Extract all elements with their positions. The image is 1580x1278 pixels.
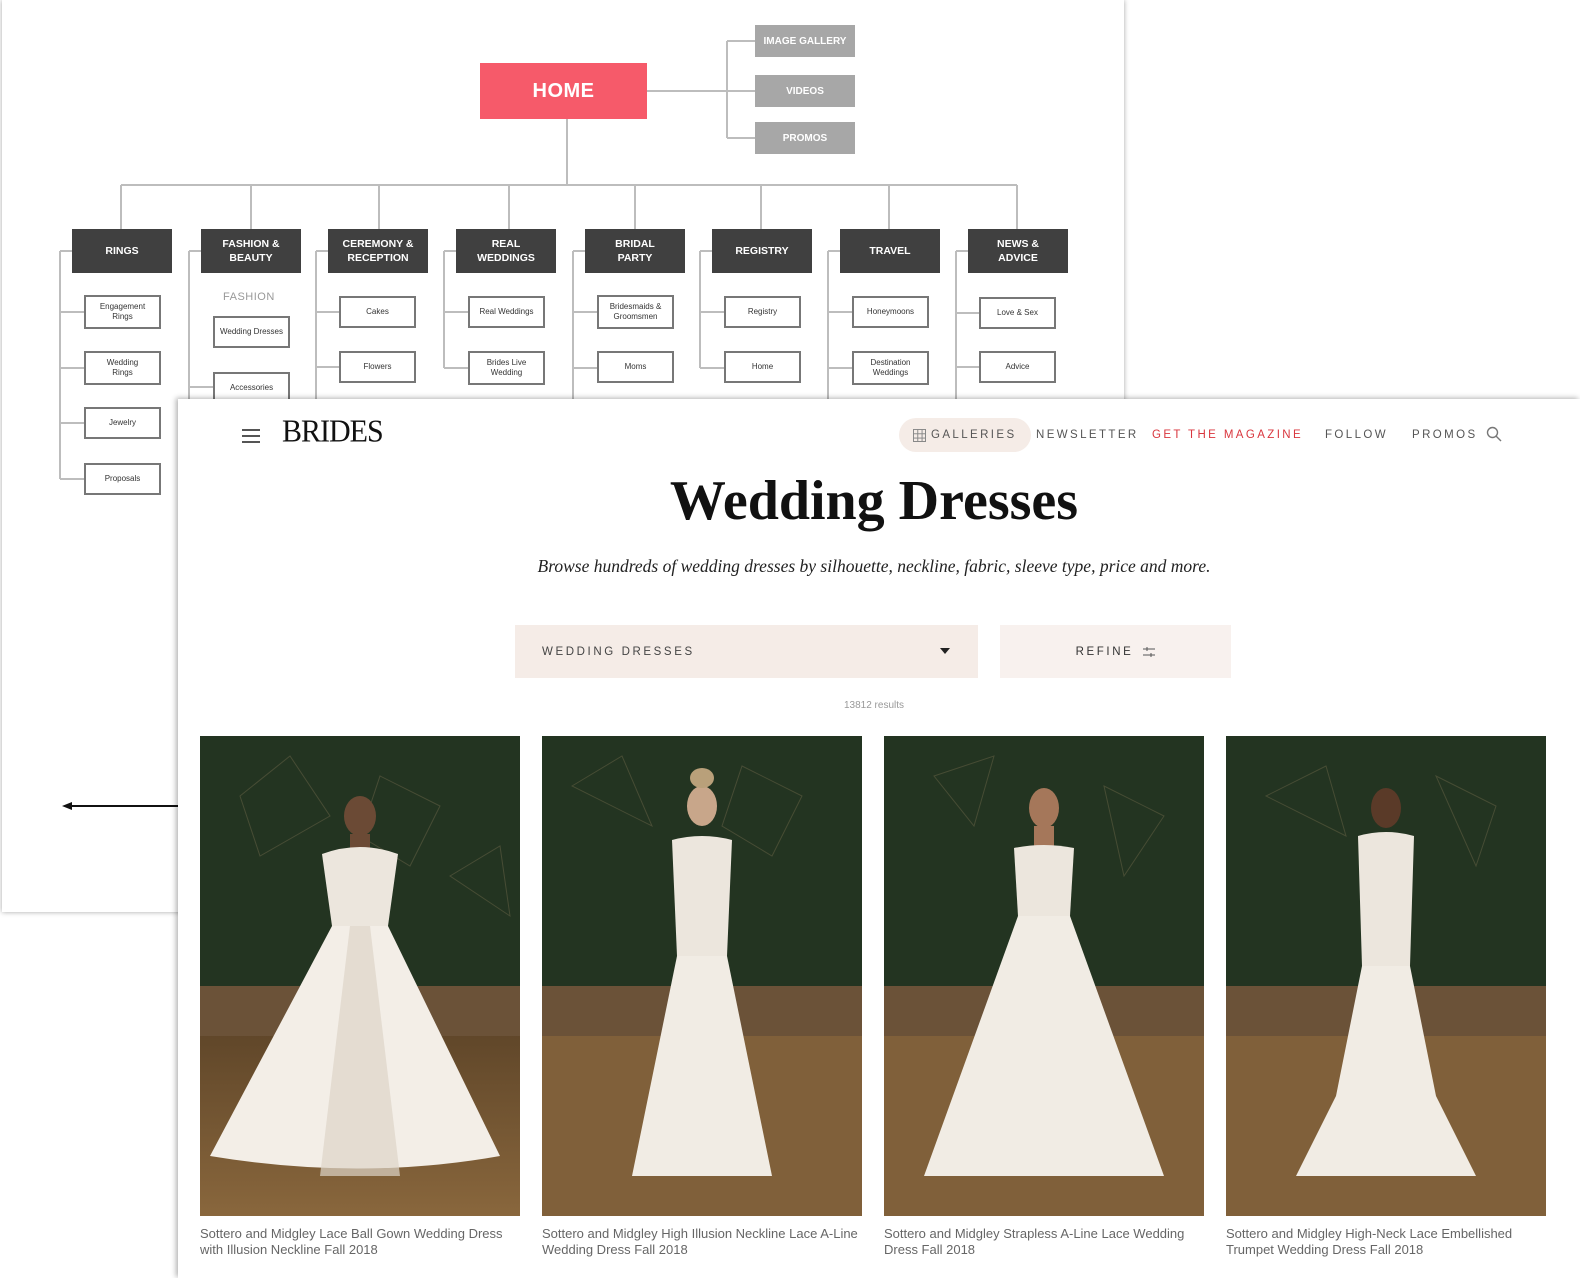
sitemap-leaf-home: Home (724, 351, 801, 383)
search-icon[interactable] (1486, 426, 1502, 442)
product-card[interactable]: Sottero and Midgley Strapless A-Line Lac… (884, 736, 1204, 1258)
sitemap-leaf-jewelry: Jewelry (84, 407, 161, 439)
sitemap-fashion-group-label: FASHION (223, 291, 275, 303)
category-select-value: WEDDING DRESSES (542, 645, 695, 658)
sitemap-leaf-wedding-dresses: Wedding Dresses (213, 316, 290, 348)
sitemap-travel-node: TRAVEL (840, 229, 940, 273)
sitemap-ceremony-node: CEREMONY & RECEPTION (328, 229, 428, 273)
product-caption[interactable]: Sottero and Midgley High Illusion Neckli… (542, 1226, 862, 1258)
nav-galleries[interactable]: GALLERIES (899, 418, 1031, 452)
sitemap-promos-node: PROMOS (755, 122, 855, 154)
product-image[interactable] (200, 736, 520, 1216)
grid-icon (913, 428, 926, 442)
category-select[interactable]: WEDDING DRESSES (515, 625, 978, 678)
sitemap-leaf-registry: Registry (724, 296, 801, 328)
sitemap-rings-node: RINGS (72, 229, 172, 273)
nav-follow[interactable]: FOLLOW (1325, 418, 1388, 452)
product-caption[interactable]: Sottero and Midgley Lace Ball Gown Weddi… (200, 1226, 520, 1258)
site-logo[interactable]: BRIDES (282, 414, 384, 450)
sitemap-leaf-destination-weddings: Destination Weddings (852, 351, 929, 385)
refine-button[interactable]: REFINE (1000, 625, 1231, 678)
refine-label: REFINE (1075, 645, 1134, 658)
screenshot-stage: HOME IMAGE GALLERY VIDEOS PROMOS RINGS F… (0, 0, 1580, 1278)
sitemap-image-gallery-node: IMAGE GALLERY (755, 25, 855, 57)
arrow-left-icon (62, 802, 182, 810)
product-image[interactable] (884, 736, 1204, 1216)
sitemap-leaf-real-weddings: Real Weddings (468, 296, 545, 328)
sitemap-leaf-advice: Advice (979, 351, 1056, 383)
menu-icon[interactable] (242, 429, 260, 443)
sitemap-leaf-moms: Moms (597, 351, 674, 383)
product-caption[interactable]: Sottero and Midgley High-Neck Lace Embel… (1226, 1226, 1546, 1258)
sitemap-real-weddings-node: REAL WEDDINGS (456, 229, 556, 273)
brides-page: BRIDES GALLERIES NEWSLETTER GET THE MAGA… (178, 399, 1580, 1278)
sitemap-news-node: NEWS & ADVICE (968, 229, 1068, 273)
product-card[interactable]: Sottero and Midgley High Illusion Neckli… (542, 736, 862, 1258)
sitemap-leaf-bridesmaids: Bridesmaids & Groomsmen (597, 295, 674, 329)
sitemap-videos-node: VIDEOS (755, 75, 855, 107)
sitemap-registry-node: REGISTRY (712, 229, 812, 273)
caret-down-icon (940, 648, 950, 654)
nav-promos[interactable]: PROMOS (1412, 418, 1478, 452)
sitemap-leaf-wedding-rings: Wedding Rings (84, 351, 161, 385)
sitemap-leaf-brides-live-wedding: Brides Live Wedding (468, 351, 545, 385)
nav-newsletter[interactable]: NEWSLETTER (1036, 418, 1139, 452)
sitemap-bridal-party-node: BRIDAL PARTY (585, 229, 685, 273)
product-card[interactable]: Sottero and Midgley Lace Ball Gown Weddi… (200, 736, 520, 1258)
page-title: Wedding Dresses (669, 470, 1079, 532)
sitemap-leaf-love-sex: Love & Sex (979, 297, 1056, 329)
product-card[interactable]: Sottero and Midgley High-Neck Lace Embel… (1226, 736, 1546, 1258)
product-caption[interactable]: Sottero and Midgley Strapless A-Line Lac… (884, 1226, 1204, 1258)
nav-get-the-magazine[interactable]: GET THE MAGAZINE (1152, 418, 1303, 452)
sitemap-leaf-flowers: Flowers (339, 351, 416, 383)
sitemap-fashion-node: FASHION & BEAUTY (201, 229, 301, 273)
sitemap-leaf-honeymoons: Honeymoons (852, 296, 929, 328)
sitemap-home-node: HOME (480, 63, 647, 119)
sliders-icon (1143, 646, 1156, 657)
nav-galleries-label: GALLERIES (931, 429, 1017, 441)
sitemap-leaf-engagement-rings: Engagement Rings (84, 295, 161, 329)
sitemap-leaf-cakes: Cakes (339, 296, 416, 328)
results-count: 13812 results (843, 700, 905, 711)
product-image[interactable] (1226, 736, 1546, 1216)
product-image[interactable] (542, 736, 862, 1216)
sitemap-leaf-proposals: Proposals (84, 463, 161, 495)
page-subtitle: Browse hundreds of wedding dresses by si… (537, 556, 1211, 576)
